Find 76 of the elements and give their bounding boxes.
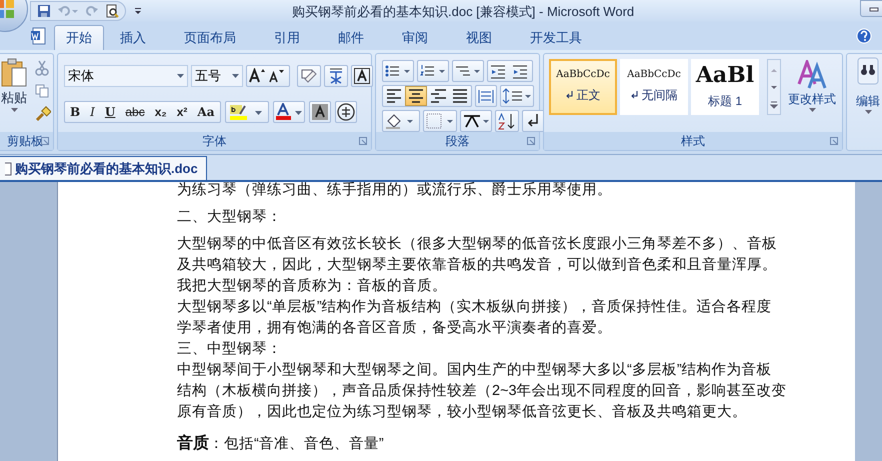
window-title: 购买钢琴前必看的基本知识.doc [兼容模式] - Microsoft Word — [292, 3, 634, 21]
document-paragraph: 三、中型钢琴： — [177, 340, 283, 359]
ribbon-tab[interactable]: 开发工具 — [518, 25, 594, 50]
return-icon — [630, 91, 638, 99]
save-icon[interactable] — [37, 4, 51, 18]
ribbon-tab[interactable]: 邮件 — [326, 25, 376, 50]
document-tab[interactable]: 购买钢琴前必看的基本知识.doc — [0, 156, 207, 180]
style-gallery-item[interactable]: AaBbCcDc 正文 — [549, 59, 617, 115]
document-paragraph: 大型钢琴的中低音区有效弦长较长（很多大型钢琴的低音弦长度跟小三角琴差不多）、音板 及共鸣箱较大，因此，大型钢琴主要依靠音板的共鸣发音，可以做到音色柔和且音量浑厚。 我把大型钢琴的音质称为：音板的音质。 — [177, 234, 778, 296]
help-icon[interactable] — [856, 28, 872, 44]
line-spacing-button[interactable] — [500, 85, 534, 107]
gallery-scroll-buttons[interactable] — [767, 59, 781, 115]
format-button[interactable]: I — [85, 102, 100, 122]
font-size-buttons[interactable] — [246, 65, 290, 87]
style-gallery-item[interactable]: AaBl 标题 1 — [691, 59, 759, 115]
document-paragraph: 音质：包括“音准、音色、音量” — [177, 433, 385, 454]
align-button[interactable] — [405, 86, 427, 106]
enclose-characters-icon[interactable] — [334, 101, 357, 123]
format-painter-icon[interactable] — [35, 106, 51, 122]
ribbon-tab[interactable]: 页面布局 — [172, 25, 248, 50]
group-label: 字体 — [58, 132, 371, 150]
format-button[interactable]: B — [65, 102, 86, 122]
font-color-button[interactable] — [272, 101, 305, 123]
print-preview-icon[interactable] — [105, 4, 119, 18]
group-label: 样式 — [544, 132, 842, 150]
ribbon-tab[interactable]: 审阅 — [390, 25, 440, 50]
letters-icon — [797, 60, 827, 90]
editing-button[interactable]: 编辑 — [851, 56, 882, 115]
word-document-icon[interactable] — [30, 27, 46, 45]
change-styles-button[interactable]: 更改样式 — [784, 60, 840, 113]
format-button[interactable]: x₂ — [150, 102, 172, 122]
ribbon-tab[interactable]: 视图 — [454, 25, 504, 50]
document-paragraph: 中型钢琴间于小型钢琴和大型钢琴之间。国内生产的中型钢琴大多以“多层板”结构作为音板 结构（木板横向拼接），声音品质保持性较差（2~3年会出现不同程度的回音，影响甚至改变 原有音质），因此也定位为练习型钢琴，较小型钢琴低音弦更长、音板及共鸣箱更大。 — [177, 360, 788, 422]
paste-button[interactable]: 粘贴 — [0, 58, 29, 128]
ribbon-tab[interactable]: 引用 — [262, 25, 312, 50]
format-button[interactable]: x² — [172, 102, 192, 122]
return-icon — [566, 91, 574, 99]
minimize-button[interactable] — [860, 0, 882, 17]
format-button[interactable]: U — [100, 102, 120, 122]
multilevel-list-button[interactable] — [452, 60, 484, 82]
eraser-icon — [300, 68, 318, 84]
group-label: 段落 — [376, 132, 539, 150]
character-border-button[interactable] — [351, 65, 373, 87]
minimize-icon — [869, 6, 879, 12]
ribbon-tab[interactable]: 插入 — [108, 25, 158, 50]
caret-icon — [10, 108, 18, 112]
group-label: 剪贴板 — [0, 132, 53, 150]
customize-caret-icon[interactable] — [134, 7, 142, 15]
chinese-layout-button[interactable] — [460, 110, 492, 132]
phonetic-guide-icon — [327, 67, 345, 85]
bullets-button[interactable] — [382, 60, 414, 82]
clear-formatting-button[interactable] — [297, 65, 321, 87]
format-button[interactable]: Aa — [192, 102, 220, 122]
caret-icon — [864, 110, 872, 115]
dropdown-caret-icon — [232, 74, 239, 78]
document-paragraph: 为练习琴（弹练习曲、练手指用的）或流行乐、爵士乐用琴使用。 — [177, 182, 613, 200]
font-size-field[interactable]: 五号 — [191, 65, 243, 87]
phonetic-guide-button[interactable] — [324, 65, 348, 87]
format-button[interactable]: abc — [120, 102, 150, 122]
document-icon — [5, 162, 13, 176]
shading-button[interactable] — [382, 110, 420, 132]
style-gallery-item[interactable]: AaBbCcDc 无间隔 — [620, 59, 688, 115]
dropdown-caret-icon — [177, 74, 184, 78]
ribbon-tab[interactable]: 开始 — [54, 25, 104, 50]
highlight-color-button[interactable] — [224, 101, 269, 123]
indent-buttons[interactable] — [487, 60, 533, 82]
character-shading-icon[interactable] — [308, 101, 331, 123]
copy-icon[interactable] — [35, 84, 49, 98]
distributed-align-icon[interactable] — [475, 85, 497, 107]
font-name-field[interactable]: 宋体 — [64, 65, 188, 87]
document-paragraph: 二、大型钢琴： — [177, 208, 283, 227]
clipboard-icon — [0, 58, 28, 88]
caret-icon — [808, 108, 816, 113]
document-paragraph: 大型钢琴多以“单层板”结构作为音板结构（实木板纵向拼接），音质保持性佳。适合各程度 学琴者使用，拥有饱满的各音区音质，备受高水平演奏者的喜爱。 — [177, 298, 773, 338]
sort-icon[interactable] — [495, 110, 519, 132]
numbering-button[interactable] — [417, 60, 449, 82]
